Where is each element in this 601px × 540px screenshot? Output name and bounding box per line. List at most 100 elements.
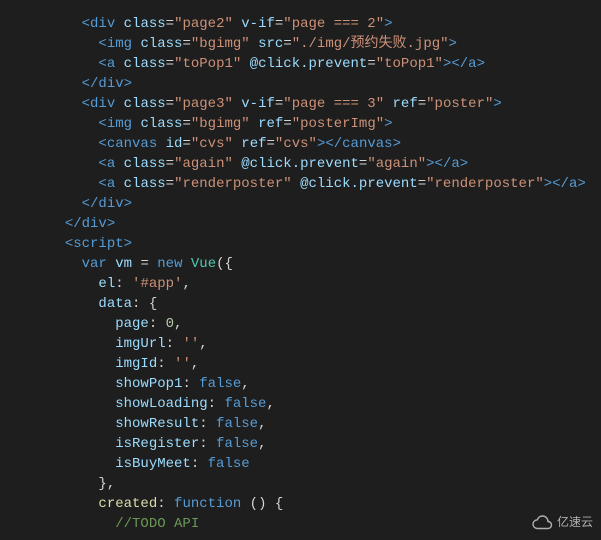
token-name: div bbox=[82, 216, 107, 232]
token-str: "page2" bbox=[174, 16, 233, 32]
token-key: new bbox=[157, 256, 182, 272]
token-tag: > bbox=[124, 76, 132, 92]
token-func: created bbox=[98, 496, 157, 512]
token-tag: < bbox=[98, 176, 106, 192]
token-name: canvas bbox=[107, 136, 157, 152]
code-editor[interactable]: <div class="page2" v-if="page === 2"> <i… bbox=[0, 0, 601, 534]
code-line[interactable]: <a class="toPop1" @click.prevent="toPop1… bbox=[48, 54, 601, 74]
token-str: "./img/预约失败.jpg" bbox=[292, 36, 449, 52]
code-line[interactable]: <a class="again" @click.prevent="again">… bbox=[48, 154, 601, 174]
token-tag: < bbox=[65, 236, 73, 252]
token-tag: < bbox=[98, 56, 106, 72]
token-attr: ref bbox=[393, 96, 418, 112]
token-attr: class bbox=[124, 16, 166, 32]
token-tag: < bbox=[82, 96, 90, 112]
token-tag: > bbox=[124, 196, 132, 212]
token-type: Vue bbox=[191, 256, 216, 272]
token-punct: : bbox=[166, 336, 183, 352]
token-str: "renderposter" bbox=[426, 176, 544, 192]
code-line[interactable]: showResult: false, bbox=[48, 414, 601, 434]
token-punct: : bbox=[157, 496, 174, 512]
code-line[interactable]: imgUrl: '', bbox=[48, 334, 601, 354]
token-tag: < bbox=[98, 116, 106, 132]
code-line[interactable]: isBuyMeet: false bbox=[48, 454, 601, 474]
code-line[interactable]: showPop1: false, bbox=[48, 374, 601, 394]
code-line[interactable]: </div> bbox=[48, 74, 601, 94]
code-line[interactable]: <div class="page2" v-if="page === 2"> bbox=[48, 14, 601, 34]
token-ident: page bbox=[115, 316, 149, 332]
token-num: 0 bbox=[166, 316, 174, 332]
token-punct bbox=[182, 256, 190, 272]
code-line[interactable]: </div> bbox=[48, 214, 601, 234]
code-line[interactable]: }, bbox=[48, 474, 601, 494]
code-line[interactable]: page: 0, bbox=[48, 314, 601, 334]
token-punct: : { bbox=[132, 296, 157, 312]
token-attr: class bbox=[124, 156, 166, 172]
token-punct: , bbox=[199, 336, 207, 352]
token-str: "renderposter" bbox=[174, 176, 292, 192]
token-ident: isRegister bbox=[115, 436, 199, 452]
token-tag: > bbox=[544, 176, 552, 192]
token-ident: el bbox=[98, 276, 115, 292]
token-attr: class bbox=[124, 56, 166, 72]
token-punct: = bbox=[418, 96, 426, 112]
token-name: img bbox=[107, 116, 132, 132]
token-tag: > bbox=[460, 156, 468, 172]
code-line[interactable]: <img class="bgimg" src="./img/预约失败.jpg"> bbox=[48, 34, 601, 54]
code-line[interactable]: var vm = new Vue({ bbox=[48, 254, 601, 274]
token-attr: ref bbox=[258, 116, 283, 132]
watermark-text: 亿速云 bbox=[557, 512, 593, 532]
token-attr: @click.prevent bbox=[250, 56, 368, 72]
code-line[interactable]: <script> bbox=[48, 234, 601, 254]
token-cmt: //TODO API bbox=[115, 516, 199, 532]
token-punct: () { bbox=[241, 496, 283, 512]
token-tag: </ bbox=[451, 56, 468, 72]
token-punct bbox=[115, 176, 123, 192]
token-punct: = bbox=[182, 36, 190, 52]
token-tag: > bbox=[426, 156, 434, 172]
code-line[interactable]: <img class="bgimg" ref="posterImg"> bbox=[48, 114, 601, 134]
token-tag: < bbox=[98, 36, 106, 52]
token-punct: = bbox=[367, 56, 375, 72]
token-tag: > bbox=[477, 56, 485, 72]
code-line[interactable]: isRegister: false, bbox=[48, 434, 601, 454]
token-attr: v-if bbox=[241, 16, 275, 32]
code-line[interactable]: <canvas id="cvs" ref="cvs"></canvas> bbox=[48, 134, 601, 154]
token-ident: showResult bbox=[115, 416, 199, 432]
token-str: "posterImg" bbox=[292, 116, 384, 132]
token-attr: class bbox=[124, 96, 166, 112]
token-ident: data bbox=[98, 296, 132, 312]
token-tag: > bbox=[384, 16, 392, 32]
token-ident: isBuyMeet bbox=[115, 456, 191, 472]
token-punct bbox=[384, 96, 392, 112]
token-tag: > bbox=[577, 176, 585, 192]
code-line[interactable]: <a class="renderposter" @click.prevent="… bbox=[48, 174, 601, 194]
token-str: "bgimg" bbox=[191, 116, 250, 132]
token-name: div bbox=[90, 96, 115, 112]
token-attr: class bbox=[140, 116, 182, 132]
token-str: '' bbox=[182, 336, 199, 352]
code-line[interactable]: created: function () { bbox=[48, 494, 601, 514]
token-punct: = bbox=[166, 56, 174, 72]
token-punct: : bbox=[199, 416, 216, 432]
token-key: var bbox=[82, 256, 107, 272]
code-line[interactable]: el: '#app', bbox=[48, 274, 601, 294]
token-punct: , bbox=[191, 356, 199, 372]
token-punct bbox=[115, 16, 123, 32]
token-attr: id bbox=[166, 136, 183, 152]
token-attr: class bbox=[140, 36, 182, 52]
token-tag: </ bbox=[82, 76, 99, 92]
code-line[interactable]: //TODO API bbox=[48, 514, 601, 534]
token-str: "toPop1" bbox=[174, 56, 241, 72]
token-punct bbox=[250, 36, 258, 52]
token-punct: = bbox=[182, 136, 190, 152]
token-punct: , bbox=[258, 436, 266, 452]
code-line[interactable]: <div class="page3" v-if="page === 3" ref… bbox=[48, 94, 601, 114]
code-line[interactable]: </div> bbox=[48, 194, 601, 214]
token-name: a bbox=[107, 176, 115, 192]
code-line[interactable]: showLoading: false, bbox=[48, 394, 601, 414]
token-punct bbox=[115, 156, 123, 172]
token-punct bbox=[107, 256, 115, 272]
code-line[interactable]: data: { bbox=[48, 294, 601, 314]
code-line[interactable]: imgId: '', bbox=[48, 354, 601, 374]
